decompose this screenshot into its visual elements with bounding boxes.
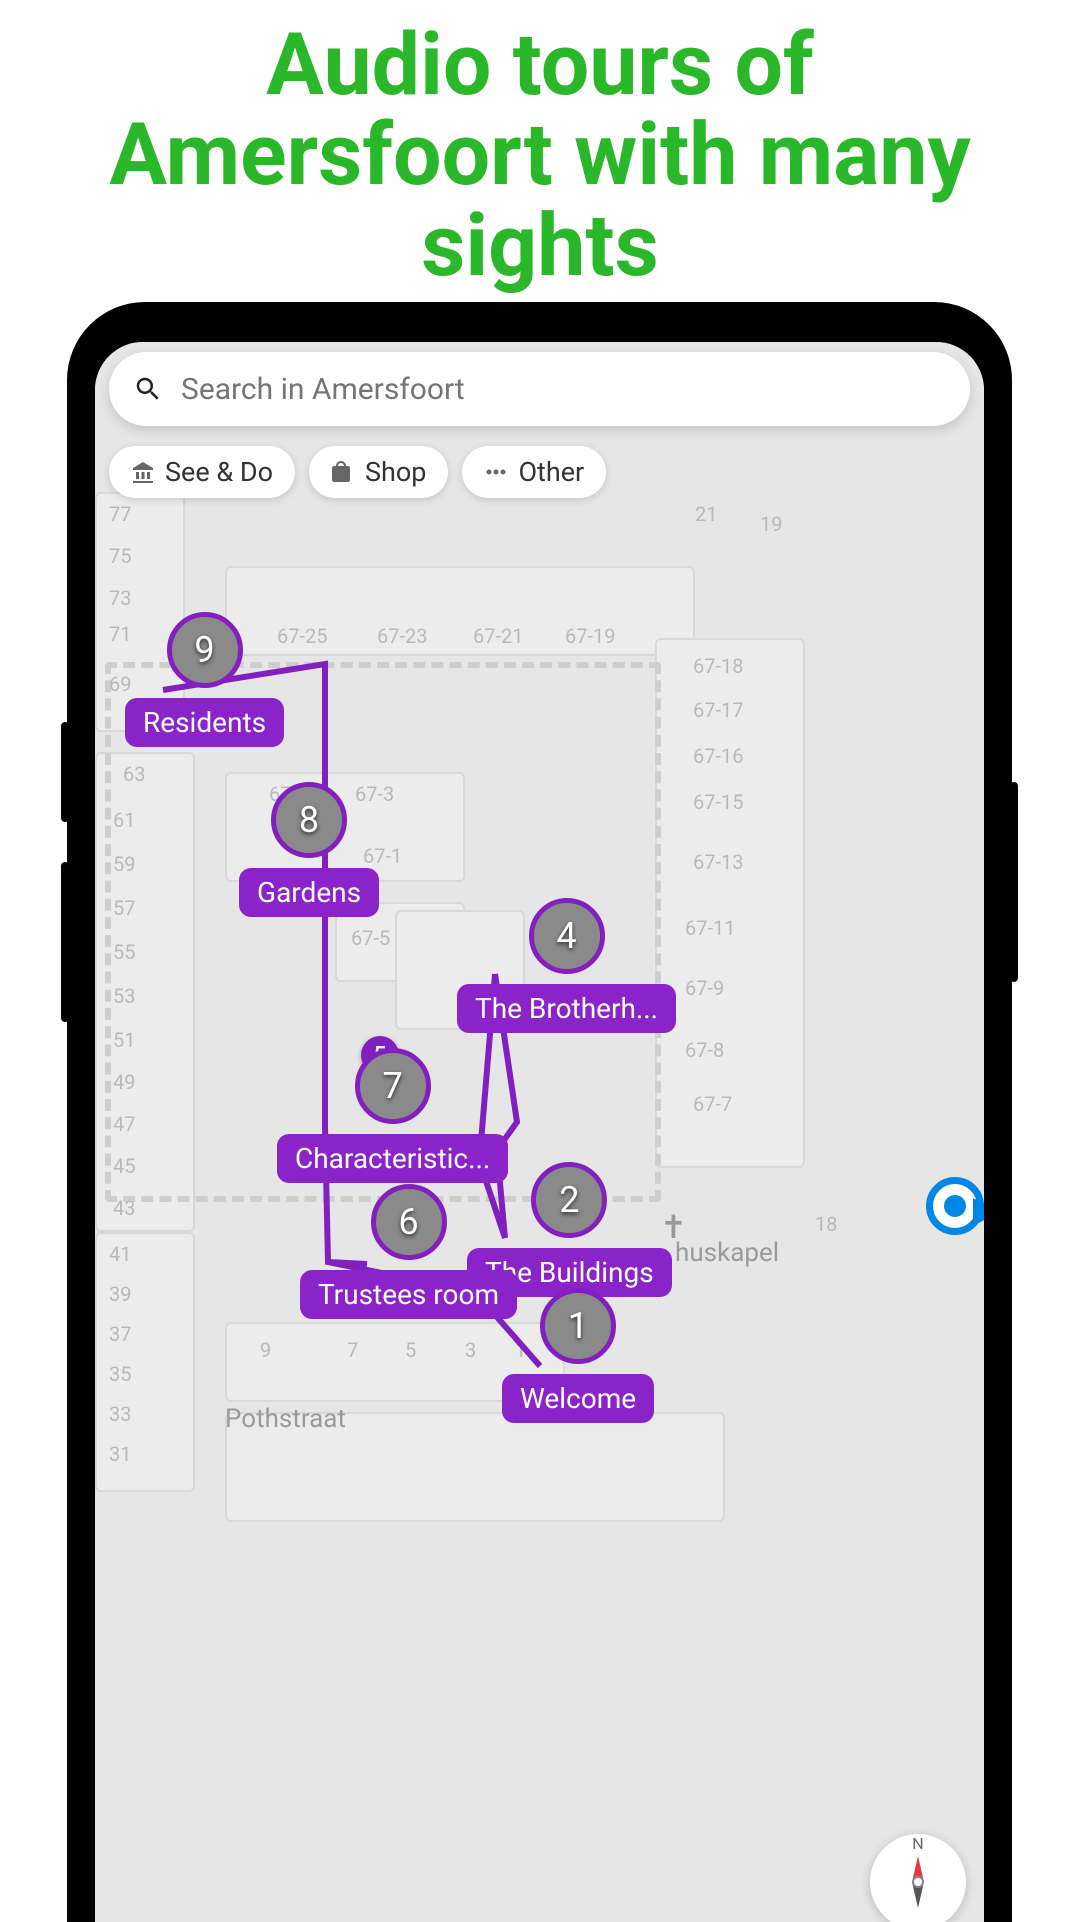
house-number: 67-18 <box>693 654 744 678</box>
poi-thumbnail: 1 <box>540 1288 616 1364</box>
tour-poi-6[interactable]: 6 Trustees room <box>300 1184 517 1319</box>
chip-label: Other <box>518 456 584 488</box>
dots-icon <box>484 460 508 484</box>
house-number: 33 <box>109 1402 131 1426</box>
current-location-marker[interactable] <box>926 1177 984 1235</box>
house-number: 5 <box>405 1338 416 1362</box>
poi-thumbnail: 7 <box>355 1048 431 1124</box>
tour-poi-1[interactable]: 1 Welcome <box>502 1288 654 1423</box>
house-number: 7 <box>347 1338 358 1362</box>
chip-other[interactable]: Other <box>462 446 606 498</box>
house-number: 19 <box>760 512 782 536</box>
poi-label: Residents <box>125 698 284 747</box>
poi-thumbnail: 4 <box>529 898 605 974</box>
poi-number: 6 <box>398 1201 418 1243</box>
house-number: 63 <box>123 762 145 786</box>
chip-shop[interactable]: Shop <box>309 446 448 498</box>
house-number: 47 <box>113 1112 135 1136</box>
house-number: 31 <box>109 1442 131 1466</box>
house-number: 43 <box>113 1196 135 1220</box>
house-number: 77 <box>109 502 131 526</box>
house-number: 73 <box>109 586 131 610</box>
house-number: 35 <box>109 1362 131 1386</box>
house-number: 18 <box>815 1212 837 1236</box>
poi-number: 9 <box>194 629 214 671</box>
poi-thumbnail: 9 <box>167 612 243 688</box>
house-number: 9 <box>260 1338 271 1362</box>
house-number: 45 <box>113 1154 135 1178</box>
house-number: 3 <box>465 1338 476 1362</box>
house-number: 55 <box>113 940 135 964</box>
search-input[interactable] <box>181 372 946 407</box>
phone-screen: 5 777573716967-2567-2367-2167-19211967-1… <box>95 342 984 1922</box>
house-number: 67-13 <box>693 850 744 874</box>
bank-icon <box>131 460 155 484</box>
poi-label: The Brotherh... <box>457 984 676 1033</box>
poi-thumbnail: 8 <box>271 782 347 858</box>
poi-label: Gardens <box>239 868 379 917</box>
tour-poi-8[interactable]: 8 Gardens <box>239 782 379 917</box>
poi-label: Welcome <box>502 1374 654 1423</box>
poi-number: 1 <box>568 1305 588 1347</box>
house-number: 67-8 <box>685 1038 724 1062</box>
headline: Audio tours of Amersfoort with many sigh… <box>0 0 1080 321</box>
house-number: 41 <box>109 1242 131 1266</box>
house-number: 67-15 <box>693 790 744 814</box>
search-bar[interactable] <box>109 352 970 426</box>
poi-number: 7 <box>382 1065 402 1107</box>
street-label: Pothstraat <box>225 1404 346 1434</box>
house-number: 53 <box>113 984 135 1008</box>
chip-label: Shop <box>365 456 426 488</box>
filter-chips: See & Do Shop Other <box>109 446 606 498</box>
house-number: 67-21 <box>473 624 524 648</box>
house-number: 59 <box>113 852 135 876</box>
house-number: 67-25 <box>277 624 328 648</box>
poi-thumbnail: 6 <box>371 1184 447 1260</box>
tour-poi-9[interactable]: 9 Residents <box>125 612 284 747</box>
chip-see-do[interactable]: See & Do <box>109 446 295 498</box>
house-number: 75 <box>109 544 131 568</box>
house-number: 67-19 <box>565 624 616 648</box>
compass-button[interactable]: N <box>870 1834 966 1922</box>
house-number: 61 <box>113 808 135 832</box>
poi-number: 2 <box>559 1179 579 1221</box>
street-label: huskapel <box>675 1238 779 1268</box>
phone-frame: 5 777573716967-2567-2367-2167-19211967-1… <box>67 302 1012 1922</box>
house-number: 67-9 <box>685 976 724 1000</box>
house-number: 67-16 <box>693 744 744 768</box>
house-number: 67-17 <box>693 698 744 722</box>
chip-label: See & Do <box>165 456 273 488</box>
poi-label: Trustees room <box>300 1270 517 1319</box>
search-icon <box>133 374 163 404</box>
house-number: 21 <box>695 502 717 526</box>
house-number: 49 <box>113 1070 135 1094</box>
house-number: 39 <box>109 1282 131 1306</box>
house-number: 51 <box>113 1028 135 1052</box>
poi-thumbnail: 2 <box>531 1162 607 1238</box>
house-number: 37 <box>109 1322 131 1346</box>
poi-number: 8 <box>299 799 319 841</box>
map-canvas[interactable]: 5 777573716967-2567-2367-2167-19211967-1… <box>95 342 984 1922</box>
poi-number: 4 <box>556 915 576 957</box>
bag-icon <box>331 460 355 484</box>
house-number: 67-7 <box>693 1092 732 1116</box>
tour-poi-4[interactable]: 4 The Brotherh... <box>457 898 676 1033</box>
house-number: 67-23 <box>377 624 428 648</box>
house-number: 57 <box>113 896 135 920</box>
house-number: 67-5 <box>351 926 390 950</box>
house-number: 67-11 <box>685 916 736 940</box>
